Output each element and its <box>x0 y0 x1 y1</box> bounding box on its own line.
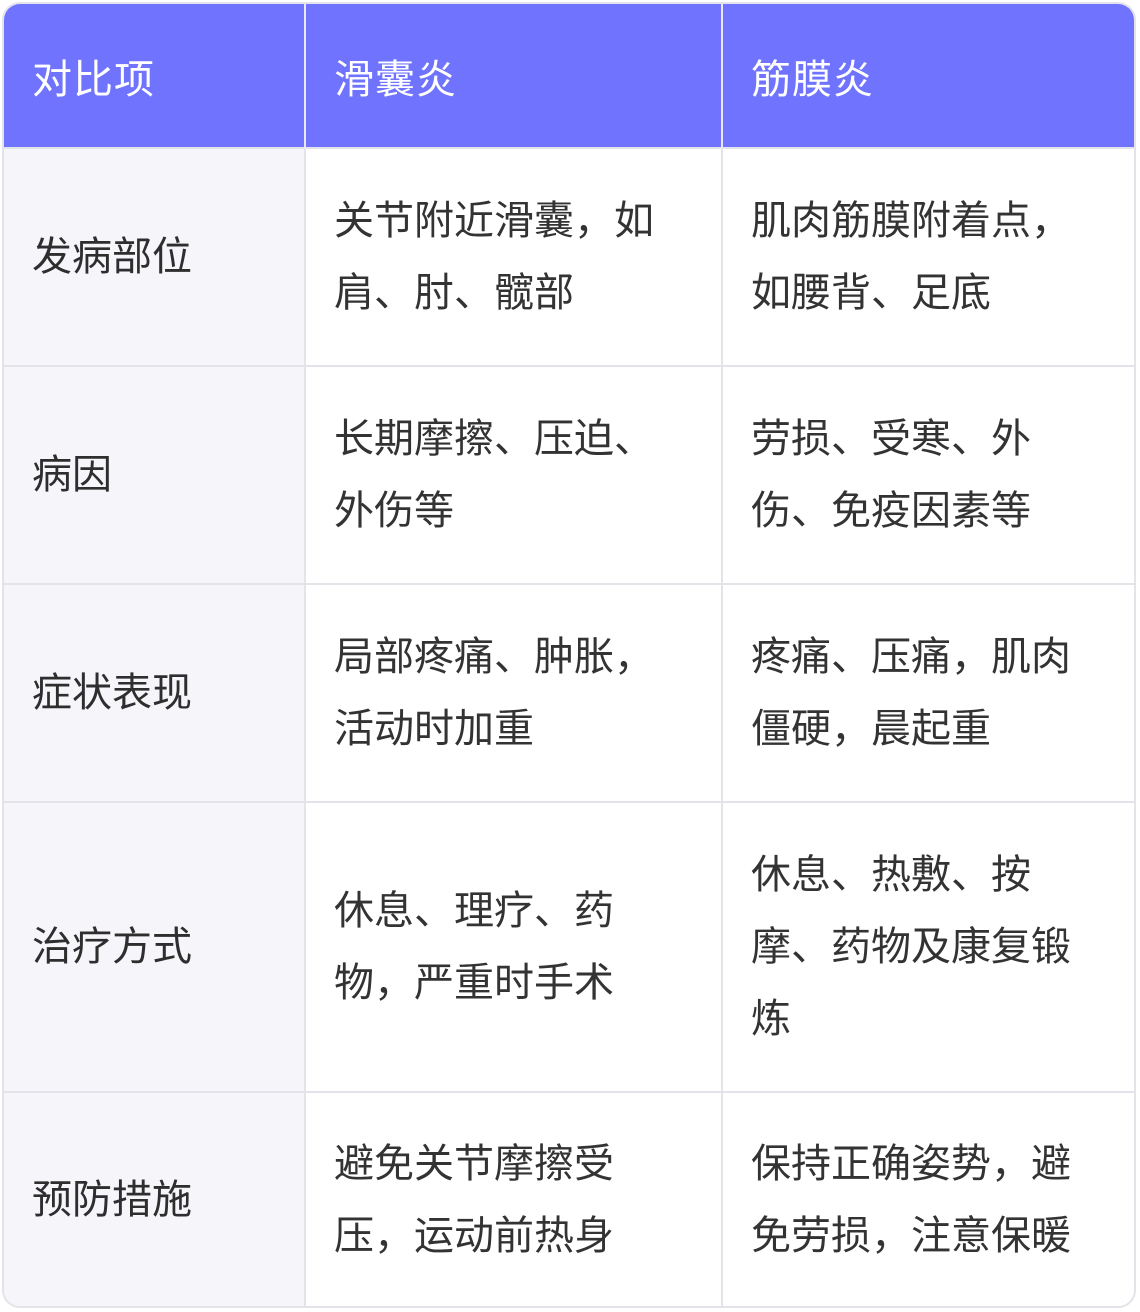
cell-text: 病因 <box>32 452 112 498</box>
cell-text: 劳损、受寒、外伤、免疫因素等 <box>751 416 1031 534</box>
bursitis-treatment: 休息、理疗、药物，严重时手术 <box>305 801 723 1092</box>
cell-text: 局部疼痛、肿胀，活动时加重 <box>334 634 654 752</box>
cell-text: 休息、热敷、按摩、药物及康复锻炼 <box>751 852 1071 1042</box>
cell-text: 症状表现 <box>32 670 192 716</box>
row-label-symptoms: 症状表现 <box>4 583 306 802</box>
fasciitis-symptoms: 疼痛、压痛，肌肉僵硬，晨起重 <box>722 583 1134 802</box>
bursitis-prevention: 避免关节摩擦受压，运动前热身 <box>305 1091 723 1306</box>
cell-text: 预防措施 <box>32 1176 192 1223</box>
row-label-prevention: 预防措施 <box>4 1091 306 1306</box>
table-row: 治疗方式 休息、理疗、药物，严重时手术 休息、热敷、按摩、药物及康复锻炼 <box>4 801 1134 1092</box>
cell-text: 长期摩擦、压迫、外伤等 <box>334 416 654 534</box>
cell-text: 肌肉筋膜附着点，如腰背、足底 <box>751 198 1071 316</box>
header-bursitis: 滑囊炎 <box>305 4 723 148</box>
cell-text: 发病部位 <box>32 234 192 280</box>
bursitis-cause: 长期摩擦、压迫、外伤等 <box>305 365 723 584</box>
comparison-table-card: 对比项 滑囊炎 筋膜炎 发病部位 关节附近滑囊，如肩、肘、髋部 肌肉筋膜附着点，… <box>2 2 1136 1308</box>
fasciitis-cause: 劳损、受寒、外伤、免疫因素等 <box>722 365 1134 584</box>
comparison-table: 对比项 滑囊炎 筋膜炎 发病部位 关节附近滑囊，如肩、肘、髋部 肌肉筋膜附着点，… <box>4 4 1134 1306</box>
table-row: 预防措施 避免关节摩擦受压，运动前热身 保持正确姿势，避免劳损，注意保暖 <box>4 1091 1134 1306</box>
row-label-treatment: 治疗方式 <box>4 801 306 1092</box>
table-row: 病因 长期摩擦、压迫、外伤等 劳损、受寒、外伤、免疫因素等 <box>4 365 1134 584</box>
header-comparison-item: 对比项 <box>4 4 306 148</box>
cell-text: 疼痛、压痛，肌肉僵硬，晨起重 <box>751 634 1071 752</box>
cell-text: 保持正确姿势，避免劳损，注意保暖 <box>751 1140 1071 1259</box>
cell-text: 避免关节摩擦受压，运动前热身 <box>334 1140 614 1259</box>
cell-text: 治疗方式 <box>32 924 192 970</box>
row-label-onset-site: 发病部位 <box>4 147 306 366</box>
bursitis-onset-site: 关节附近滑囊，如肩、肘、髋部 <box>305 147 723 366</box>
bursitis-symptoms: 局部疼痛、肿胀，活动时加重 <box>305 583 723 802</box>
table-row: 发病部位 关节附近滑囊，如肩、肘、髋部 肌肉筋膜附着点，如腰背、足底 <box>4 147 1134 366</box>
table-header-row: 对比项 滑囊炎 筋膜炎 <box>4 4 1134 148</box>
cell-text: 关节附近滑囊，如肩、肘、髋部 <box>334 198 654 316</box>
cell-text: 休息、理疗、药物，严重时手术 <box>334 888 614 1006</box>
fasciitis-prevention: 保持正确姿势，避免劳损，注意保暖 <box>722 1091 1134 1306</box>
fasciitis-onset-site: 肌肉筋膜附着点，如腰背、足底 <box>722 147 1134 366</box>
table-row: 症状表现 局部疼痛、肿胀，活动时加重 疼痛、压痛，肌肉僵硬，晨起重 <box>4 583 1134 802</box>
header-fasciitis: 筋膜炎 <box>722 4 1134 148</box>
fasciitis-treatment: 休息、热敷、按摩、药物及康复锻炼 <box>722 801 1134 1092</box>
row-label-cause: 病因 <box>4 365 306 584</box>
